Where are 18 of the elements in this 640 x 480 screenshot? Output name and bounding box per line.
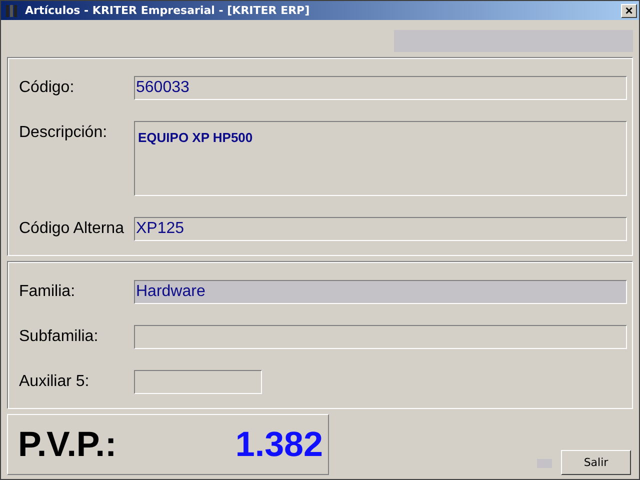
input-field[interactable] — [134, 370, 262, 394]
field-label: Familia: — [19, 282, 76, 301]
input-field[interactable]: XP125 — [134, 217, 627, 241]
field-label: Código: — [19, 78, 76, 97]
field-label: Auxiliar 5: — [19, 372, 90, 391]
price-label: P.V.P.: — [18, 424, 117, 464]
field-label: Subfamilia: — [19, 327, 100, 346]
exit-button[interactable]: Salir — [561, 450, 631, 475]
price-value: 1.382 — [235, 424, 323, 464]
input-field[interactable]: EQUIPO XP HP500 — [134, 121, 627, 196]
window-title: Artículos - KRITER Empresarial - [KRITER ERP] — [25, 4, 311, 17]
field-label: Descripción: — [19, 123, 108, 142]
close-button[interactable]: × — [621, 4, 637, 18]
input-field[interactable] — [134, 325, 627, 349]
input-field[interactable]: Hardware — [134, 280, 627, 304]
app-icon — [5, 4, 19, 18]
input-field[interactable]: 560033 — [134, 76, 627, 100]
field-label: Código Alterna — [19, 219, 125, 238]
